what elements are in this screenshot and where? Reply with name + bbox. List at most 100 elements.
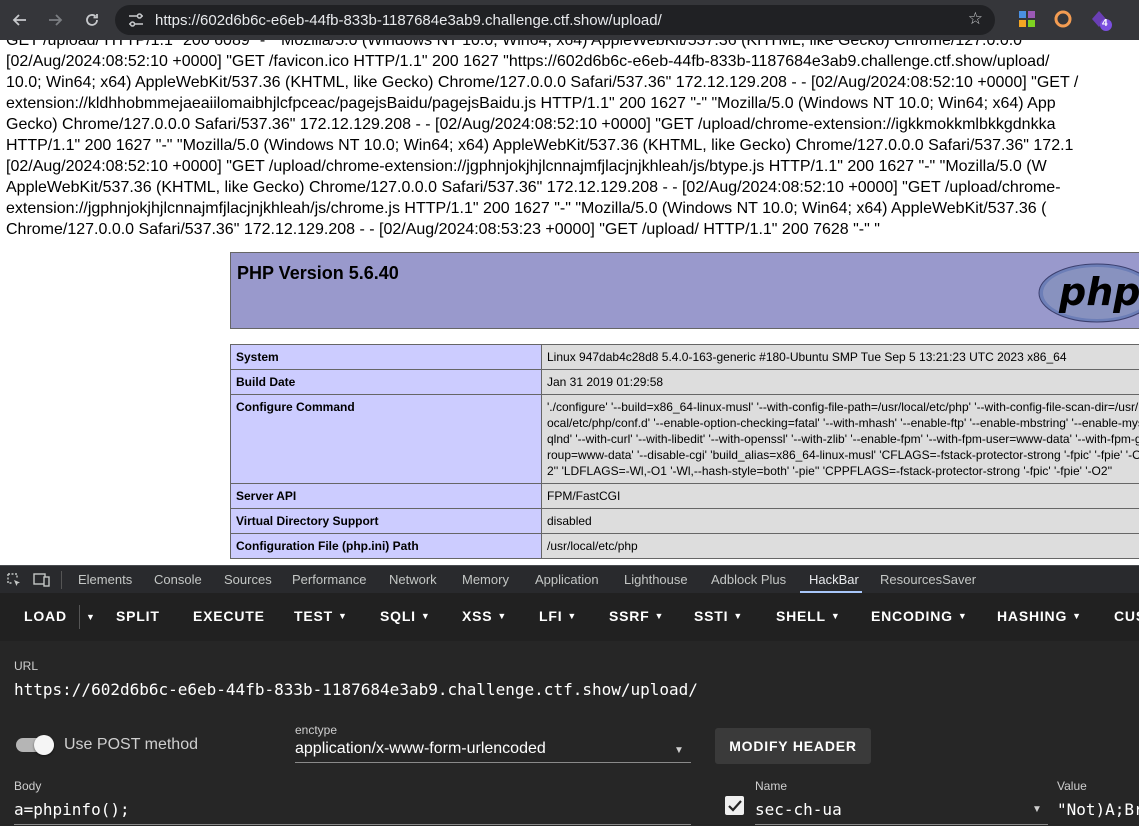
toolbar-divider bbox=[79, 605, 80, 629]
info-key: System bbox=[230, 344, 542, 370]
chevron-down-icon[interactable]: ▼ bbox=[674, 745, 684, 756]
extension-puzzle-icon[interactable] bbox=[1017, 9, 1037, 29]
execute-button[interactable]: EXECUTE bbox=[193, 608, 265, 624]
php-logo[interactable]: php bbox=[1037, 263, 1139, 328]
tab-application[interactable]: Application bbox=[535, 572, 599, 587]
info-key: Server API bbox=[230, 483, 542, 509]
info-value: disabled bbox=[541, 508, 1139, 534]
split-button[interactable]: SPLIT bbox=[116, 608, 160, 624]
header-name-input[interactable]: sec-ch-ua bbox=[755, 800, 842, 819]
header-enabled-checkbox[interactable] bbox=[725, 796, 744, 815]
body-input[interactable]: a=phpinfo(); bbox=[14, 800, 130, 819]
header-name-label: Name bbox=[755, 779, 788, 793]
chevron-down-icon[interactable]: ▼ bbox=[1032, 804, 1042, 815]
tab-adblock-plus[interactable]: Adblock Plus bbox=[711, 572, 786, 587]
xss-label: XSS bbox=[462, 608, 493, 624]
xss-menu-button[interactable]: XSS ▼ bbox=[462, 608, 507, 624]
lfi-menu-button[interactable]: LFI ▼ bbox=[539, 608, 577, 624]
chevron-down-icon: ▼ bbox=[654, 611, 665, 621]
body-label: Body bbox=[14, 779, 42, 793]
load-dropdown-icon[interactable]: ▼ bbox=[86, 612, 96, 622]
shell-menu-button[interactable]: SHELL ▼ bbox=[776, 608, 841, 624]
tab-hackbar[interactable]: HackBar bbox=[809, 572, 859, 587]
browser-toolbar: https://602d6b6c-e6eb-44fb-833b-1187684e… bbox=[0, 0, 1139, 40]
address-bar[interactable]: https://602d6b6c-e6eb-44fb-833b-1187684e… bbox=[115, 5, 995, 35]
lfi-label: LFI bbox=[539, 608, 563, 624]
ssrf-label: SSRF bbox=[609, 608, 650, 624]
chevron-down-icon: ▼ bbox=[1072, 611, 1082, 621]
load-button[interactable]: LOAD bbox=[24, 608, 67, 624]
info-value: Jan 31 2019 01:29:58 bbox=[541, 369, 1139, 395]
forward-icon[interactable] bbox=[43, 8, 67, 32]
extension-diamond-icon[interactable]: 4 bbox=[1089, 9, 1117, 31]
info-value: './configure' '--build=x86_64-linux-musl… bbox=[541, 394, 1139, 484]
bookmark-star-icon[interactable]: ☆ bbox=[968, 9, 983, 29]
log-line: [02/Aug/2024:08:52:10 +0000] "GET /favic… bbox=[6, 53, 1050, 70]
tab-lighthouse[interactable]: Lighthouse bbox=[624, 572, 688, 587]
browser-window: https://602d6b6c-e6eb-44fb-833b-1187684e… bbox=[0, 0, 1139, 826]
modify-header-button[interactable]: MODIFY HEADER bbox=[715, 728, 871, 764]
tab-elements[interactable]: Elements bbox=[78, 572, 132, 587]
back-icon[interactable] bbox=[8, 8, 32, 32]
ssti-menu-button[interactable]: SSTI ▼ bbox=[694, 608, 743, 624]
info-key: Configure Command bbox=[230, 394, 542, 484]
log-line: GET /upload/ HTTP/1.1" 200 6089 "-" "Moz… bbox=[6, 40, 1023, 49]
tab-console[interactable]: Console bbox=[154, 572, 202, 587]
enctype-select[interactable]: application/x-www-form-urlencoded bbox=[295, 740, 546, 758]
access-log-text: GET /upload/ HTTP/1.1" 200 6089 "-" "Moz… bbox=[6, 40, 1139, 240]
log-line: Gecko) Chrome/127.0.0.0 Safari/537.36" 1… bbox=[6, 116, 1056, 133]
sqli-label: SQLI bbox=[380, 608, 416, 624]
php-version-title: PHP Version 5.6.40 bbox=[237, 263, 399, 283]
log-line: 10.0; Win64; x64) AppleWebKit/537.36 (KH… bbox=[6, 74, 1079, 91]
encoding-menu-button[interactable]: ENCODING ▼ bbox=[871, 608, 968, 624]
inspect-element-icon[interactable] bbox=[6, 572, 22, 593]
hashing-menu-button[interactable]: HASHING ▼ bbox=[997, 608, 1082, 624]
devtools-tabbar: Elements Console Sources Performance Net… bbox=[0, 565, 1139, 593]
hackbar-panel: URL https://602d6b6c-e6eb-44fb-833b-1187… bbox=[0, 641, 1139, 826]
phpinfo-table: System Linux 947dab4c28d8 5.4.0-163-gene… bbox=[230, 344, 1139, 559]
shell-label: SHELL bbox=[776, 608, 826, 624]
phpinfo-header: PHP Version 5.6.40 php bbox=[230, 252, 1139, 329]
ssrf-menu-button[interactable]: SSRF ▼ bbox=[609, 608, 664, 624]
checkmark-icon bbox=[727, 799, 742, 812]
chevron-down-icon: ▼ bbox=[420, 611, 431, 621]
enctype-underline bbox=[295, 762, 691, 763]
log-line: extension://jgphnjokjhjlcnnajmfjlacjnjkh… bbox=[6, 200, 1047, 217]
site-info-icon[interactable] bbox=[127, 12, 145, 33]
header-value-label: Value bbox=[1057, 779, 1087, 793]
tab-resourcessaver[interactable]: ResourcesSaver bbox=[880, 572, 976, 587]
table-row: System Linux 947dab4c28d8 5.4.0-163-gene… bbox=[230, 344, 1139, 370]
table-row: Virtual Directory Support disabled bbox=[230, 508, 1139, 534]
table-row: Configuration File (php.ini) Path /usr/l… bbox=[230, 533, 1139, 559]
url-input[interactable]: https://602d6b6c-e6eb-44fb-833b-1187684e… bbox=[14, 680, 698, 699]
extension-ring-icon[interactable] bbox=[1053, 9, 1073, 29]
tab-network[interactable]: Network bbox=[389, 572, 437, 587]
chevron-down-icon: ▼ bbox=[337, 611, 348, 621]
reload-icon[interactable] bbox=[80, 8, 104, 32]
chevron-down-icon: ▼ bbox=[733, 611, 744, 621]
log-line: extension://kldhhobmmejaeaiilomaibhjlcfp… bbox=[6, 95, 1056, 112]
table-row: Server API FPM/FastCGI bbox=[230, 483, 1139, 509]
encoding-label: ENCODING bbox=[871, 608, 953, 624]
custom-menu-button[interactable]: CUS bbox=[1114, 608, 1139, 624]
hashing-label: HASHING bbox=[997, 608, 1068, 624]
address-url: https://602d6b6c-e6eb-44fb-833b-1187684e… bbox=[155, 11, 662, 29]
body-underline bbox=[14, 824, 691, 825]
tab-performance[interactable]: Performance bbox=[292, 572, 366, 587]
log-line: Chrome/127.0.0.0 Safari/537.36" 172.12.1… bbox=[6, 221, 880, 238]
header-value-input[interactable]: "Not)A;Br bbox=[1057, 800, 1139, 819]
tab-sources[interactable]: Sources bbox=[224, 572, 272, 587]
php-logo-text: php bbox=[1058, 270, 1139, 314]
post-method-label: Use POST method bbox=[64, 736, 198, 753]
sqli-menu-button[interactable]: SQLI ▼ bbox=[380, 608, 431, 624]
test-label: TEST bbox=[294, 608, 333, 624]
info-value: FPM/FastCGI bbox=[541, 483, 1139, 509]
tab-memory[interactable]: Memory bbox=[462, 572, 509, 587]
test-menu-button[interactable]: TEST ▼ bbox=[294, 608, 348, 624]
device-toolbar-icon[interactable] bbox=[33, 572, 51, 593]
log-line: [02/Aug/2024:08:52:10 +0000] "GET /uploa… bbox=[6, 158, 1047, 175]
post-method-toggle-knob[interactable] bbox=[34, 735, 54, 755]
info-key: Configuration File (php.ini) Path bbox=[230, 533, 542, 559]
log-line: AppleWebKit/537.36 (KHTML, like Gecko) C… bbox=[6, 179, 1061, 196]
info-value: /usr/local/etc/php bbox=[541, 533, 1139, 559]
